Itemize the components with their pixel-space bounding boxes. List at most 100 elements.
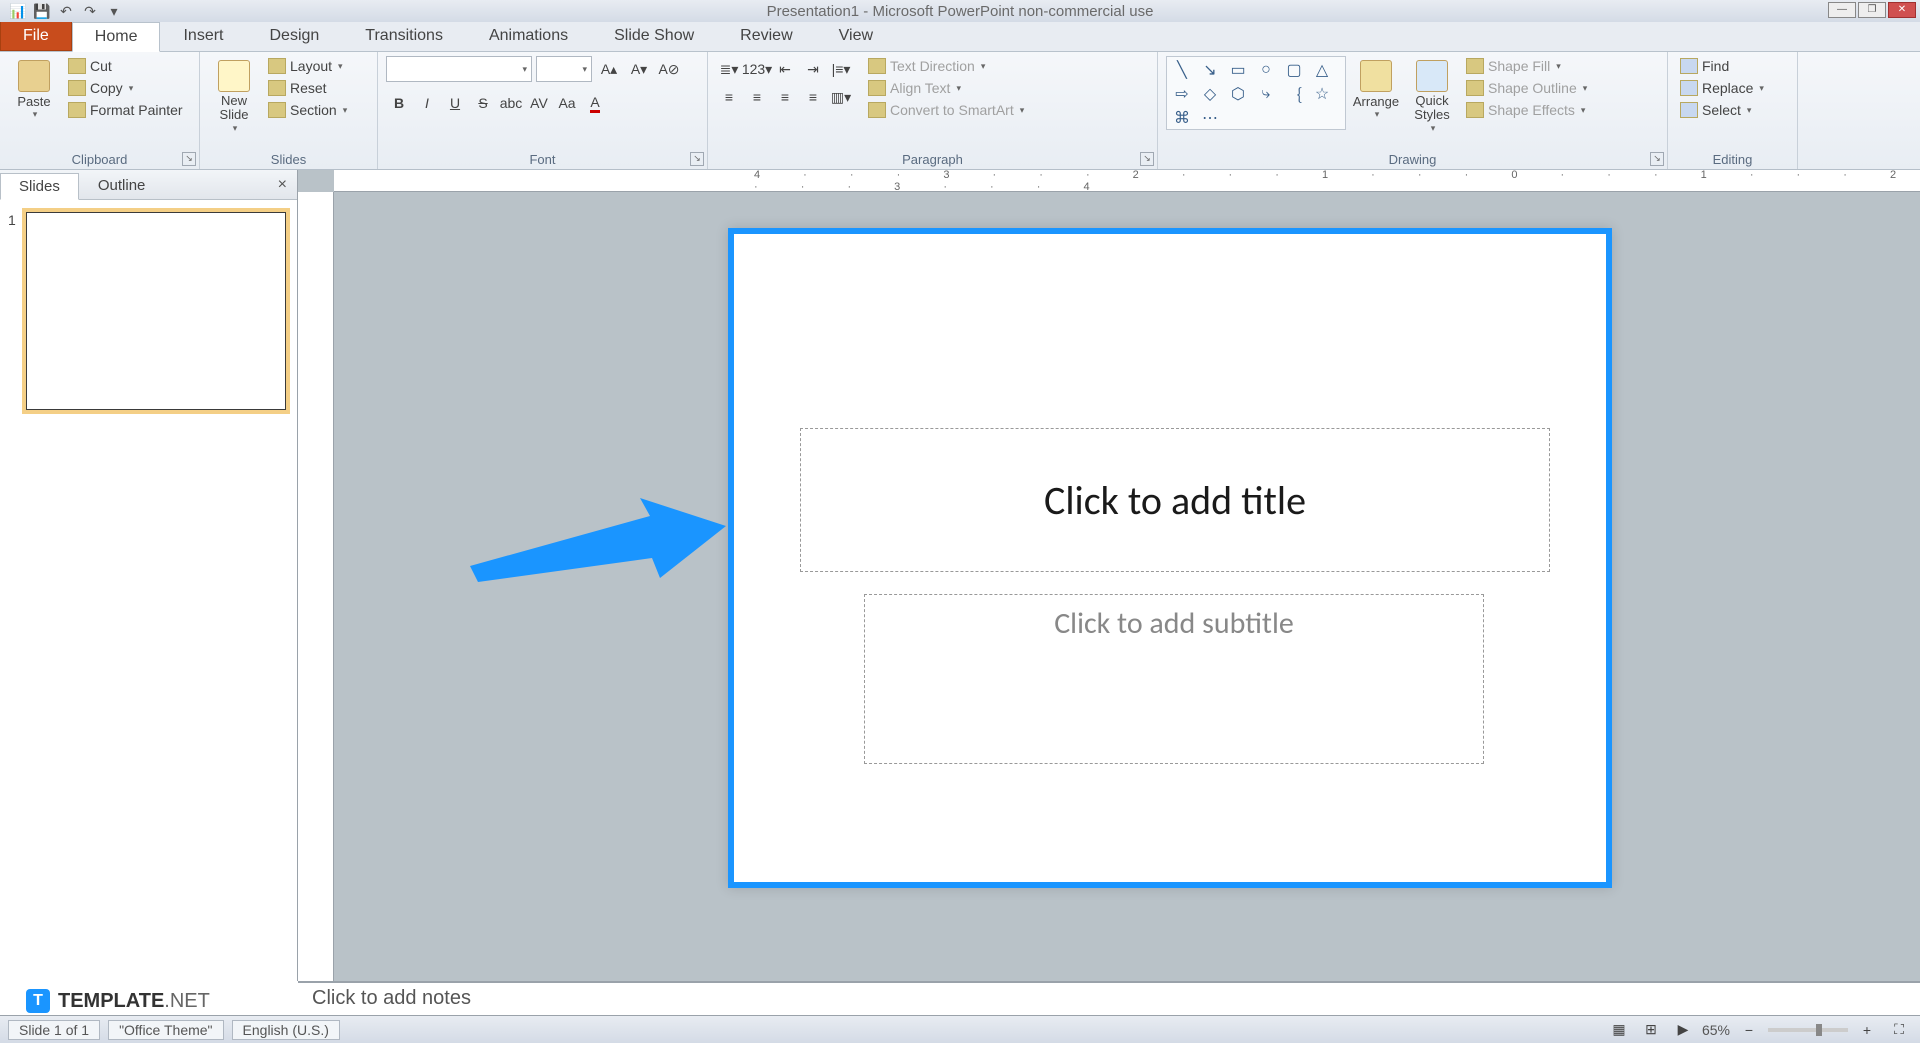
- drawing-dialog-launcher[interactable]: ↘: [1650, 152, 1664, 166]
- minimize-button[interactable]: —: [1828, 2, 1856, 18]
- change-case-button[interactable]: Aa: [554, 90, 580, 116]
- subtitle-placeholder[interactable]: Click to add subtitle: [864, 594, 1484, 764]
- font-name-combo[interactable]: ▾: [386, 56, 532, 82]
- slide-canvas-area[interactable]: Click to add title Click to add subtitle: [334, 192, 1920, 981]
- tab-home[interactable]: Home: [72, 22, 161, 52]
- shape-triangle-icon[interactable]: △: [1309, 59, 1335, 81]
- select-button[interactable]: Select▾: [1676, 100, 1789, 120]
- find-button[interactable]: Find: [1676, 56, 1789, 76]
- cut-button[interactable]: Cut: [64, 56, 187, 76]
- shape-diamond-icon[interactable]: ◇: [1197, 83, 1223, 105]
- zoom-fit-button[interactable]: ⛶: [1886, 1017, 1912, 1043]
- font-size-combo[interactable]: ▾: [536, 56, 592, 82]
- thumb-tab-outline[interactable]: Outline: [79, 172, 165, 199]
- font-dialog-launcher[interactable]: ↘: [690, 152, 704, 166]
- shape-rarrow-icon[interactable]: ⇨: [1169, 83, 1195, 105]
- format-painter-button[interactable]: Format Painter: [64, 100, 187, 120]
- quick-styles-button[interactable]: Quick Styles▾: [1406, 56, 1458, 134]
- zoom-in-button[interactable]: +: [1854, 1017, 1880, 1043]
- underline-button[interactable]: U: [442, 90, 468, 116]
- title-placeholder[interactable]: Click to add title: [800, 428, 1550, 572]
- view-sorter-icon[interactable]: ⊞: [1638, 1017, 1664, 1043]
- tab-insert[interactable]: Insert: [160, 21, 246, 51]
- shape-star-icon[interactable]: ☆: [1309, 83, 1335, 105]
- text-direction-button[interactable]: Text Direction▾: [864, 56, 1028, 76]
- shape-more-icon[interactable]: ⋯: [1197, 107, 1223, 129]
- new-slide-button[interactable]: New Slide ▾: [208, 56, 260, 134]
- zoom-slider[interactable]: [1768, 1028, 1848, 1032]
- char-spacing-button[interactable]: AV: [526, 90, 552, 116]
- view-normal-icon[interactable]: ▦: [1606, 1017, 1632, 1043]
- shape-effects-button[interactable]: Shape Effects▾: [1462, 100, 1591, 120]
- tab-slideshow[interactable]: Slide Show: [591, 21, 717, 51]
- thumb-item[interactable]: 1: [8, 212, 289, 410]
- notes-pane[interactable]: Click to add notes: [298, 981, 1920, 1015]
- justify-button[interactable]: ≡: [800, 84, 826, 110]
- strike-button[interactable]: S: [470, 90, 496, 116]
- layout-button[interactable]: Layout▾: [264, 56, 351, 76]
- shape-line-icon[interactable]: ╲: [1169, 59, 1195, 81]
- line-spacing-button[interactable]: |≡▾: [828, 56, 854, 82]
- convert-smartart-button[interactable]: Convert to SmartArt▾: [864, 100, 1028, 120]
- shrink-font-button[interactable]: A▾: [626, 56, 652, 82]
- tab-transitions[interactable]: Transitions: [342, 21, 466, 51]
- shape-hex-icon[interactable]: ⬡: [1225, 83, 1251, 105]
- numbering-button[interactable]: 123▾: [744, 56, 770, 82]
- shape-brace-icon[interactable]: ｛: [1281, 83, 1307, 105]
- bullets-button[interactable]: ≣▾: [716, 56, 742, 82]
- redo-icon[interactable]: ↷: [80, 2, 100, 20]
- increase-indent-button[interactable]: ⇥: [800, 56, 826, 82]
- tab-animations[interactable]: Animations: [466, 21, 591, 51]
- shape-outline-button[interactable]: Shape Outline▾: [1462, 78, 1591, 98]
- replace-button[interactable]: Replace▾: [1676, 78, 1789, 98]
- shape-callout-icon[interactable]: ⌘: [1169, 107, 1195, 129]
- align-center-button[interactable]: ≡: [744, 84, 770, 110]
- clear-format-button[interactable]: A⊘: [656, 56, 682, 82]
- shadow-button[interactable]: abc: [498, 90, 524, 116]
- tab-file[interactable]: File: [0, 21, 72, 51]
- grow-font-button[interactable]: A▴: [596, 56, 622, 82]
- group-slides-label: Slides: [200, 152, 377, 167]
- section-button[interactable]: Section▾: [264, 100, 351, 120]
- zoom-level[interactable]: 65%: [1702, 1022, 1730, 1038]
- shape-rect-icon[interactable]: ▭: [1225, 59, 1251, 81]
- zoom-out-button[interactable]: −: [1736, 1017, 1762, 1043]
- status-language[interactable]: English (U.S.): [232, 1020, 340, 1040]
- view-slideshow-icon[interactable]: ▶: [1670, 1017, 1696, 1043]
- shapes-gallery[interactable]: ╲ ↘ ▭ ○ ▢ △ ⇨ ◇ ⬡ ⤷ ｛ ☆ ⌘ ⋯: [1166, 56, 1346, 130]
- tab-view[interactable]: View: [816, 21, 896, 51]
- save-icon[interactable]: 💾: [32, 2, 52, 20]
- paste-button[interactable]: Paste ▾: [8, 56, 60, 120]
- qat-dropdown-icon[interactable]: ▾: [104, 2, 124, 20]
- tab-review[interactable]: Review: [717, 21, 815, 51]
- thumb-slide-preview[interactable]: [26, 212, 286, 410]
- columns-button[interactable]: ▥▾: [828, 84, 854, 110]
- close-button[interactable]: ✕: [1888, 2, 1916, 18]
- copy-button[interactable]: Copy▾: [64, 78, 187, 98]
- align-left-button[interactable]: ≡: [716, 84, 742, 110]
- italic-button[interactable]: I: [414, 90, 440, 116]
- align-text-button[interactable]: Align Text▾: [864, 78, 1028, 98]
- tab-design[interactable]: Design: [246, 21, 342, 51]
- align-right-button[interactable]: ≡: [772, 84, 798, 110]
- undo-icon[interactable]: ↶: [56, 2, 76, 20]
- decrease-indent-button[interactable]: ⇤: [772, 56, 798, 82]
- thumb-tab-slides[interactable]: Slides: [0, 173, 79, 200]
- status-theme[interactable]: "Office Theme": [108, 1020, 223, 1040]
- arrange-button[interactable]: Arrange▾: [1350, 56, 1402, 120]
- thumb-close-icon[interactable]: ×: [278, 176, 287, 194]
- shape-roundrect-icon[interactable]: ▢: [1281, 59, 1307, 81]
- thumb-list[interactable]: 1: [0, 200, 297, 981]
- shape-connector-icon[interactable]: ⤷: [1253, 83, 1279, 105]
- reset-button[interactable]: Reset: [264, 78, 351, 98]
- slide-canvas[interactable]: Click to add title Click to add subtitle: [728, 228, 1612, 888]
- shape-fill-button[interactable]: Shape Fill▾: [1462, 56, 1591, 76]
- shape-arrow-icon[interactable]: ↘: [1197, 59, 1223, 81]
- font-color-button[interactable]: A: [582, 90, 608, 116]
- shape-oval-icon[interactable]: ○: [1253, 59, 1279, 81]
- paragraph-dialog-launcher[interactable]: ↘: [1140, 152, 1154, 166]
- status-slide-number[interactable]: Slide 1 of 1: [8, 1020, 100, 1040]
- maximize-button[interactable]: ❐: [1858, 2, 1886, 18]
- clipboard-dialog-launcher[interactable]: ↘: [182, 152, 196, 166]
- bold-button[interactable]: B: [386, 90, 412, 116]
